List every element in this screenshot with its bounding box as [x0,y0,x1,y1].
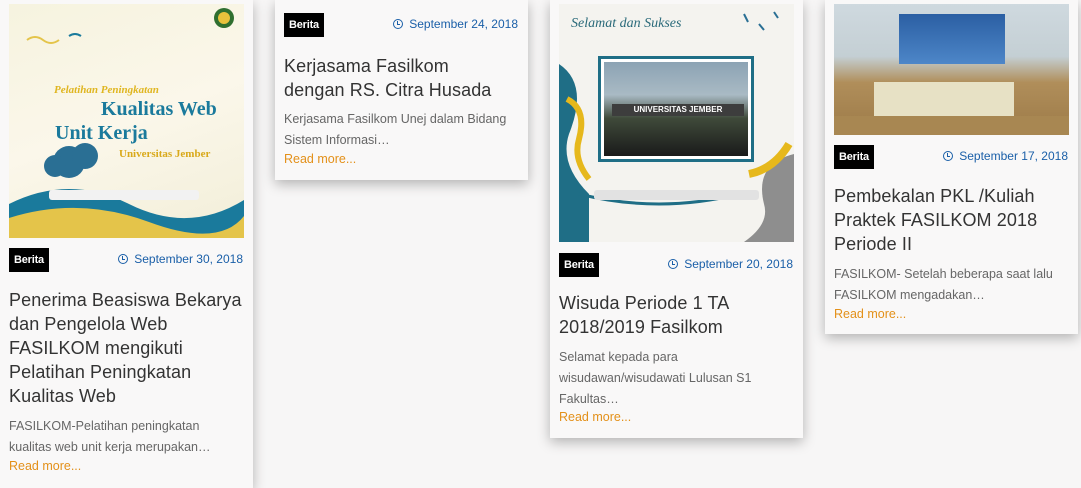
read-more-link[interactable]: Read more... [834,307,906,321]
post-thumbnail[interactable]: Selamat dan Sukses UNIVERSITAS JEMBER [559,4,794,242]
post-thumbnail[interactable]: Pelatihan Peningkatan Kualitas Web Unit … [9,4,244,238]
post-date-text: September 20, 2018 [684,257,793,271]
clock-icon [668,259,679,269]
read-more-link[interactable]: Read more... [559,410,631,424]
thumbnail-artwork [9,8,244,238]
post-card: Selamat dan Sukses UNIVERSITAS JEMBER Be… [550,0,803,438]
post-card: Pelatihan Peningkatan Kualitas Web Unit … [0,0,253,488]
post-date: September 24, 2018 [393,17,518,31]
thumbnail-caption: Selamat dan Sukses [571,16,682,31]
post-date-text: September 17, 2018 [959,149,1068,163]
post-thumbnail[interactable] [834,4,1069,135]
post-meta: Berita September 30, 2018 [9,248,253,272]
post-excerpt: Selamat kepada para wisudawan/wisudawati… [559,350,752,406]
thumbnail-text: Universitas Jember [119,148,211,160]
post-meta: Berita September 24, 2018 [284,13,528,37]
post-date: September 30, 2018 [118,252,243,266]
post-excerpt: FASILKOM-Pelatihan peningkatan kualitas … [9,419,211,454]
read-more-link[interactable]: Read more... [284,152,356,166]
thumbnail-text: Unit Kerja [55,122,148,144]
presentation-desk [874,82,1014,116]
clock-icon [393,19,404,29]
post-date-text: September 30, 2018 [134,252,243,266]
gate-sign: UNIVERSITAS JEMBER [612,104,744,116]
post-excerpt: FASILKOM- Setelah beberapa saat lalu FAS… [834,267,1053,302]
post-title[interactable]: Wisuda Periode 1 TA 2018/2019 Fasilkom [559,291,759,339]
thumbnail-text: Pelatihan Peningkatan [54,84,159,96]
post-meta: Berita September 17, 2018 [834,145,1078,169]
room-floor [834,116,1069,135]
post-title[interactable]: Pembekalan PKL /Kuliah Praktek FASILKOM … [834,184,1064,256]
post-excerpt: Kerjasama Fasilkom Unej dalam Bidang Sis… [284,112,507,147]
post-meta: Berita September 20, 2018 [559,253,803,277]
post-card: Berita September 17, 2018 Pembekalan PKL… [825,0,1078,334]
post-card: Berita September 24, 2018 Kerjasama Fasi… [275,0,528,180]
graduation-photo: UNIVERSITAS JEMBER [598,56,754,162]
category-badge[interactable]: Berita [834,145,874,169]
post-title[interactable]: Penerima Beasiswa Bekarya dan Pengelola … [9,288,249,408]
category-badge[interactable]: Berita [9,248,49,272]
clock-icon [943,151,954,161]
read-more-link[interactable]: Read more... [9,459,81,473]
post-date: September 20, 2018 [668,257,793,271]
category-badge[interactable]: Berita [284,13,324,37]
clock-icon [118,254,129,264]
category-badge[interactable]: Berita [559,253,599,277]
thumbnail-text: Kualitas Web [101,98,217,120]
post-title[interactable]: Kerjasama Fasilkom dengan RS. Citra Husa… [284,54,514,102]
projector-screen [899,14,1005,64]
post-date-text: September 24, 2018 [409,17,518,31]
post-date: September 17, 2018 [943,149,1068,163]
